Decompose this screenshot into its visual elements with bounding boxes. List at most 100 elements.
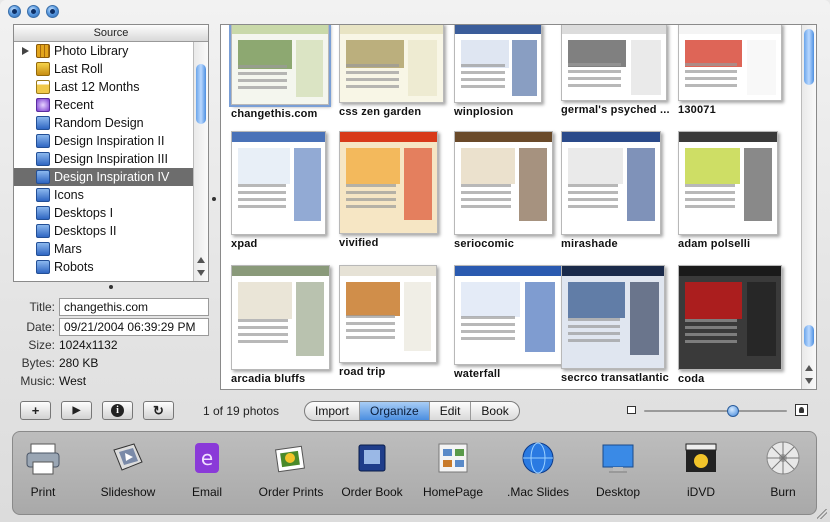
screenshot-content-block [685, 282, 742, 319]
source-header: Source [14, 25, 208, 42]
add-album-button[interactable]: + [20, 401, 51, 420]
screenshot-text-line [568, 205, 618, 208]
photo-thumbnail[interactable]: coda [678, 265, 782, 385]
source-item[interactable]: Last 12 Months [14, 78, 194, 96]
source-item[interactable]: Photo Library [14, 42, 194, 60]
photo-thumbnail[interactable]: waterfall [454, 265, 562, 380]
zoom-window-button[interactable] [46, 5, 59, 18]
screenshot-sidebar-block [630, 282, 659, 355]
source-item[interactable]: Icons [14, 186, 194, 204]
viewer-scroll-down-arrow-icon[interactable] [805, 378, 813, 384]
photo-caption: road trip [339, 366, 386, 378]
source-item[interactable]: Mars [14, 240, 194, 258]
photo-thumbnail[interactable]: arcadia bluffs [231, 265, 330, 385]
screenshot-text-line [346, 198, 396, 201]
album-icon [36, 260, 50, 274]
photo-thumbnail[interactable]: germal's psyched ... [561, 25, 670, 116]
resize-grip-icon[interactable] [817, 509, 827, 519]
album-icon [36, 242, 50, 256]
mac-slides-action-button[interactable]: .Mac Slides [496, 440, 580, 499]
source-item[interactable]: Last Roll [14, 60, 194, 78]
screenshot-header-bar [679, 25, 781, 34]
viewer-scroll-thumb[interactable] [804, 29, 814, 85]
minimize-window-button[interactable] [27, 5, 40, 18]
screenshot-text-line [461, 191, 511, 194]
screenshot-text-line [685, 70, 737, 73]
photo-thumbnail[interactable]: css zen garden [339, 25, 444, 118]
source-scrollbar[interactable] [193, 42, 208, 281]
order-prints-action-button[interactable]: Order Prints [249, 440, 333, 499]
burn-icon [765, 440, 801, 476]
screenshot-content-block [568, 282, 625, 318]
source-item[interactable]: Robots [14, 258, 194, 276]
screenshot-text-line [461, 337, 515, 340]
zoom-slider[interactable] [644, 405, 787, 417]
photo-thumbnail[interactable]: vivified [339, 131, 438, 249]
rotate-button[interactable]: ↻ [143, 401, 174, 420]
source-scroll-thumb[interactable] [196, 64, 206, 124]
photo-thumbnail[interactable]: 130071 [678, 25, 782, 116]
photo-thumbnail[interactable]: winplosion [454, 25, 542, 118]
homepage-action-button[interactable]: HomePage [411, 440, 495, 499]
bytes-value: 280 KB [59, 356, 99, 370]
zoom-slider-knob[interactable] [727, 405, 739, 417]
screenshot-content-block [568, 148, 623, 184]
mode-tab-book[interactable]: Book [471, 402, 518, 420]
website-screenshot-image [678, 131, 778, 235]
screenshot-text-line [346, 71, 399, 74]
source-item[interactable]: Recent [14, 96, 194, 114]
website-screenshot-image [561, 25, 667, 101]
screenshot-header-bar [340, 266, 436, 276]
photo-thumbnail[interactable]: secrco transatlantic [561, 265, 669, 384]
disclosure-triangle-icon[interactable] [22, 47, 29, 55]
vertical-splitter-handle[interactable] [212, 197, 216, 201]
screenshot-text-line [346, 329, 395, 332]
scroll-up-arrow-icon[interactable] [197, 257, 205, 263]
burn-action-button[interactable]: Burn [741, 440, 825, 499]
title-field[interactable]: changethis.com [59, 298, 209, 316]
screenshot-text-line [568, 63, 621, 66]
source-item[interactable]: Design Inspiration IV [14, 168, 194, 186]
pane-splitter-handle[interactable] [109, 285, 113, 289]
source-item[interactable]: Desktops I [14, 204, 194, 222]
photo-thumbnail[interactable]: mirashade [561, 131, 661, 250]
order-book-action-button[interactable]: Order Book [330, 440, 414, 499]
viewer-scroll-up-arrow-icon[interactable] [805, 365, 813, 371]
mode-tab-import[interactable]: Import [305, 402, 361, 420]
screenshot-text-line [568, 191, 618, 194]
play-slideshow-button[interactable]: ▶ [61, 401, 92, 420]
mode-tab-edit[interactable]: Edit [430, 402, 472, 420]
photo-thumbnail[interactable]: adam polselli [678, 131, 778, 250]
recent-icon [36, 98, 50, 112]
desktop-action-button[interactable]: Desktop [576, 440, 660, 499]
date-field[interactable]: 09/21/2004 06:39:29 PM [59, 318, 209, 336]
source-item[interactable]: Desktops II [14, 222, 194, 240]
info-button[interactable]: i [102, 401, 133, 420]
close-window-button[interactable] [8, 5, 21, 18]
zoom-small-icon[interactable] [627, 406, 636, 414]
slideshow-action-button[interactable]: Slideshow [86, 440, 170, 499]
photo-caption: css zen garden [339, 106, 422, 118]
screenshot-header-bar [562, 25, 666, 34]
email-action-button[interactable]: e Email [165, 440, 249, 499]
screenshot-content-block [461, 148, 515, 184]
photo-thumbnail[interactable]: seriocomic [454, 131, 553, 250]
source-item[interactable]: Design Inspiration II [14, 132, 194, 150]
photo-caption: mirashade [561, 238, 618, 250]
photo-thumbnail[interactable]: road trip [339, 265, 437, 378]
source-item[interactable]: Random Design [14, 114, 194, 132]
scroll-down-arrow-icon[interactable] [197, 270, 205, 276]
screenshot-content-block [346, 148, 400, 184]
mode-tab-organize[interactable]: Organize [360, 402, 430, 420]
photo-thumbnail[interactable]: xpad [231, 131, 326, 250]
action-label: Slideshow [100, 485, 156, 499]
photo-thumbnail[interactable]: changethis.com [229, 25, 331, 120]
idvd-action-button[interactable]: iDVD [659, 440, 743, 499]
zoom-large-icon[interactable] [795, 404, 808, 416]
source-item[interactable]: Design Inspiration III [14, 150, 194, 168]
viewer-scroll-thumb-lower[interactable] [804, 325, 814, 347]
viewer-scrollbar[interactable] [801, 25, 816, 389]
source-list: Photo Library Last Roll Last 12 Months Rece… [14, 42, 194, 276]
print-action-button[interactable]: Print [1, 440, 85, 499]
photo-info-panel: Title: changethis.com Date: 09/21/2004 0… [14, 298, 210, 390]
